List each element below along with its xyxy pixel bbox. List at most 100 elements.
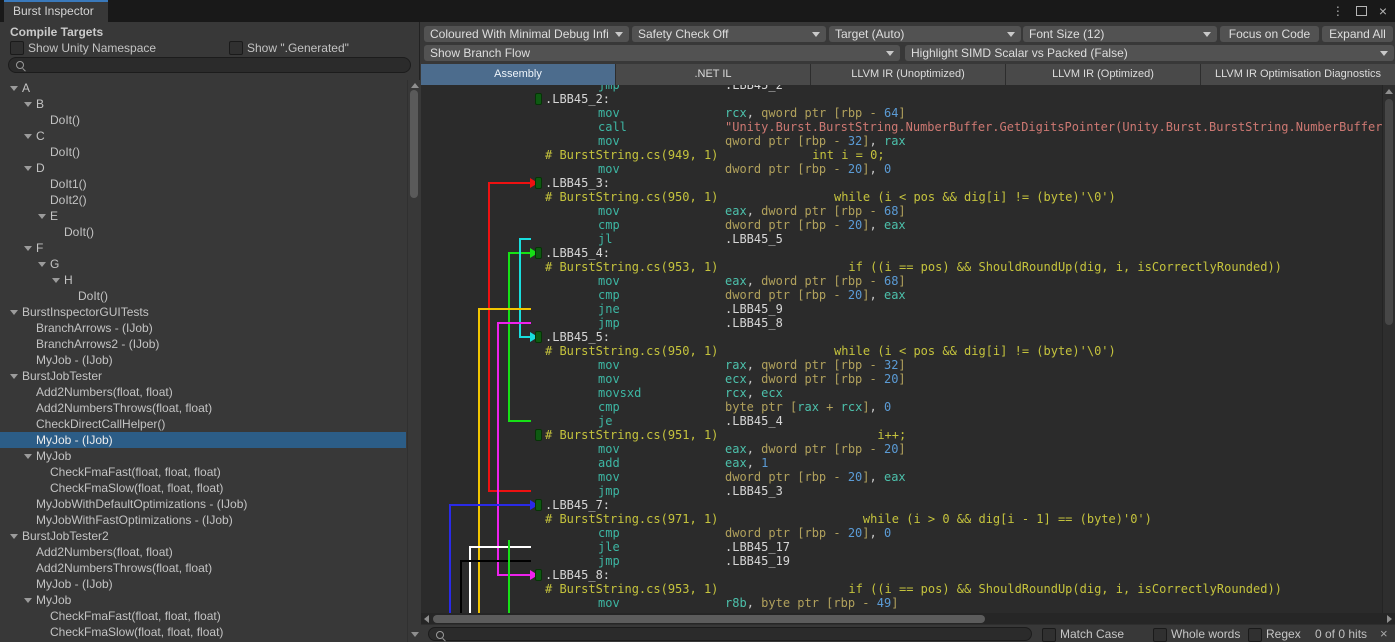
code-vertical-scrollbar[interactable] [1382,85,1395,613]
tree-item[interactable]: Add2NumbersThrows(float, float) [0,560,406,576]
tab-llvm-ir-unoptimized[interactable]: LLVM IR (Unoptimized) [811,64,1006,85]
debug-info-dropdown[interactable]: Coloured With Minimal Debug Infi [424,26,629,42]
scroll-up-icon[interactable] [411,83,419,88]
tree-item[interactable]: CheckDirectCallHelper() [0,416,406,432]
safety-check-dropdown[interactable]: Safety Check Off [632,26,826,42]
code-hscrollbar-thumb[interactable] [433,615,985,623]
expander-triangle-icon[interactable] [24,134,32,139]
tree-item[interactable]: CheckFmaFast(float, float, float) [0,608,406,624]
tree-item-label: BurstJobTester [22,369,102,383]
match-case-label: Match Case [1060,627,1124,641]
tree-item[interactable]: DoIt1() [0,176,406,192]
font-size-dropdown[interactable]: Font Size (12) [1023,26,1217,42]
tree-item-label: BurstInspectorGUITests [22,305,149,319]
show-generated-checkbox[interactable] [229,41,243,55]
tree-item[interactable]: G [0,256,406,272]
tree-item[interactable]: MyJobWithDefaultOptimizations - (IJob) [0,496,406,512]
tree-item[interactable]: A [0,80,406,96]
expander-triangle-icon[interactable] [10,310,18,315]
expander-triangle-icon[interactable] [24,166,32,171]
code-scrollbar-thumb[interactable] [1385,99,1393,325]
expand-all-button[interactable]: Expand All [1322,26,1393,42]
tree-item[interactable]: MyJobWithFastOptimizations - (IJob) [0,512,406,528]
expander-triangle-icon[interactable] [52,278,60,283]
tab-llvm-ir-optimized[interactable]: LLVM IR (Optimized) [1006,64,1201,85]
tab-net-il[interactable]: .NET IL [616,64,811,85]
tree-item[interactable]: Add2Numbers(float, float) [0,384,406,400]
simd-highlight-dropdown[interactable]: Highlight SIMD Scalar vs Packed (False) [905,45,1394,61]
scroll-left-icon[interactable] [424,615,429,623]
expander-triangle-icon[interactable] [24,246,32,251]
tab-llvm-ir-optimisation-diagnostics[interactable]: LLVM IR Optimisation Diagnostics [1201,64,1395,85]
tree-scrollbar[interactable] [407,80,421,642]
tree-item[interactable]: BurstJobTester [0,368,406,384]
show-unity-namespace-checkbox[interactable] [10,41,24,55]
window-menu-icon[interactable]: ⋮ [1332,5,1344,17]
tree-item[interactable]: DoIt() [0,144,406,160]
window-tab-burst-inspector[interactable]: Burst Inspector [4,0,108,22]
tree-item[interactable]: MyJob - (IJob) [0,432,406,448]
tree-item[interactable]: Add2Numbers(float, float) [0,544,406,560]
tree-item[interactable]: B [0,96,406,112]
assembly-code-view[interactable]: jmp.LBB45_2.LBB45_2:movrcx, qword ptr [r… [421,85,1395,613]
tree-item[interactable]: D [0,160,406,176]
tree-item[interactable]: CheckFmaSlow(float, float, float) [0,624,406,640]
targets-search-input[interactable] [8,57,411,73]
expander-triangle-icon[interactable] [10,86,18,91]
tree-item[interactable]: DoIt2() [0,192,406,208]
whole-words-checkbox[interactable] [1153,628,1167,642]
asm-line: movr8b, byte ptr [rbp - 49] [421,596,1395,610]
regex-checkbox[interactable] [1248,628,1262,642]
tree-item-label: MyJob - (IJob) [36,433,113,447]
asm-line: jmp.LBB45_2 [421,85,1395,92]
tree-item[interactable]: DoIt() [0,112,406,128]
tree-scrollbar-thumb[interactable] [410,90,418,198]
tree-item[interactable]: DoIt() [0,224,406,240]
tree-item[interactable]: C [0,128,406,144]
expander-triangle-icon[interactable] [38,262,46,267]
expander-triangle-icon[interactable] [10,374,18,379]
asm-line: movrax, qword ptr [rbp - 32] [421,358,1395,372]
search-close-icon[interactable]: × [1380,626,1388,641]
disassembly-panel: Coloured With Minimal Debug InfiSafety C… [421,22,1395,642]
tree-item[interactable]: MyJob [0,592,406,608]
scroll-right-icon[interactable] [1387,615,1392,623]
tree-item[interactable]: E [0,208,406,224]
scroll-up-icon[interactable] [1385,89,1393,94]
code-search-input[interactable] [428,627,1032,641]
tree-item[interactable]: BurstJobTester2 [0,528,406,544]
expander-triangle-icon[interactable] [10,534,18,539]
tree-item-label: CheckFmaSlow(float, float, float) [50,481,223,495]
show-branch-flow-dropdown[interactable]: Show Branch Flow [424,45,900,61]
tree-item-label: F [36,241,43,255]
tree-item[interactable]: CheckFmaFast(float, float, float) [0,464,406,480]
tree-item[interactable]: DoIt() [0,288,406,304]
expander-triangle-icon[interactable] [24,598,32,603]
tree-item[interactable]: MyJob [0,448,406,464]
tree-item-label: D [36,161,45,175]
tree-item[interactable]: BurstInspectorGUITests [0,304,406,320]
tree-item[interactable]: MyJob - (IJob) [0,576,406,592]
tree-item[interactable]: H [0,272,406,288]
tree-item[interactable]: CheckFmaSlow(float, float, float) [0,480,406,496]
tab-assembly[interactable]: Assembly [421,64,616,85]
scroll-down-icon[interactable] [411,632,419,637]
focus-on-code-button[interactable]: Focus on Code [1220,26,1319,42]
close-icon[interactable]: × [1379,4,1387,18]
tree-item[interactable]: F [0,240,406,256]
tree-item-label: CheckFmaFast(float, float, float) [50,609,221,623]
tree-item[interactable]: MyJob - (IJob) [0,352,406,368]
code-horizontal-scrollbar[interactable] [421,613,1395,624]
tree-item[interactable]: BranchArrows - (IJob) [0,320,406,336]
code-search-bar: Match CaseWhole wordsRegex 0 of 0 hits × [421,624,1395,642]
tree-item[interactable]: BranchArrows2 - (IJob) [0,336,406,352]
target-dropdown[interactable]: Target (Auto) [829,26,1021,42]
tree-item[interactable]: Add2NumbersThrows(float, float) [0,400,406,416]
line-marker [535,429,542,441]
maximize-icon[interactable] [1356,6,1367,16]
line-marker [535,499,542,511]
match-case-checkbox[interactable] [1042,628,1056,642]
expander-triangle-icon[interactable] [24,454,32,459]
expander-triangle-icon[interactable] [38,214,46,219]
expander-triangle-icon[interactable] [24,102,32,107]
